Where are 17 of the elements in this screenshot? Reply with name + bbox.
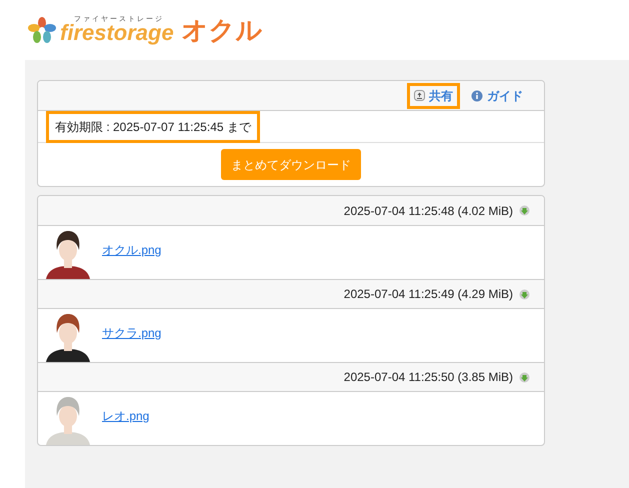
logo-brand-text: firestorage bbox=[60, 22, 174, 44]
expiry-text: 有効期限 : 2025-07-07 11:25:45 まで bbox=[46, 110, 260, 142]
flower-logo-icon bbox=[28, 16, 56, 44]
info-icon bbox=[471, 90, 483, 102]
file-link[interactable]: オクル.png bbox=[102, 241, 162, 259]
upload-icon bbox=[414, 90, 425, 101]
file-timestamp: 2025-07-04 11:25:48 (4.02 MiB) bbox=[344, 202, 513, 220]
download-icon[interactable] bbox=[519, 205, 530, 216]
download-icon[interactable] bbox=[519, 372, 530, 382]
file-timestamp: 2025-07-04 11:25:50 (3.85 MiB) bbox=[344, 369, 513, 386]
download-icon[interactable] bbox=[519, 288, 530, 300]
file-link[interactable]: レオ.png bbox=[102, 407, 150, 425]
file-link[interactable]: サクラ.png bbox=[102, 324, 162, 342]
logo-product-text: オクル bbox=[182, 14, 263, 46]
guide-link[interactable]: ガイド bbox=[464, 82, 530, 108]
file-timestamp: 2025-07-04 11:25:49 (4.29 MiB) bbox=[344, 286, 513, 303]
share-link[interactable]: 共有 bbox=[407, 82, 460, 108]
